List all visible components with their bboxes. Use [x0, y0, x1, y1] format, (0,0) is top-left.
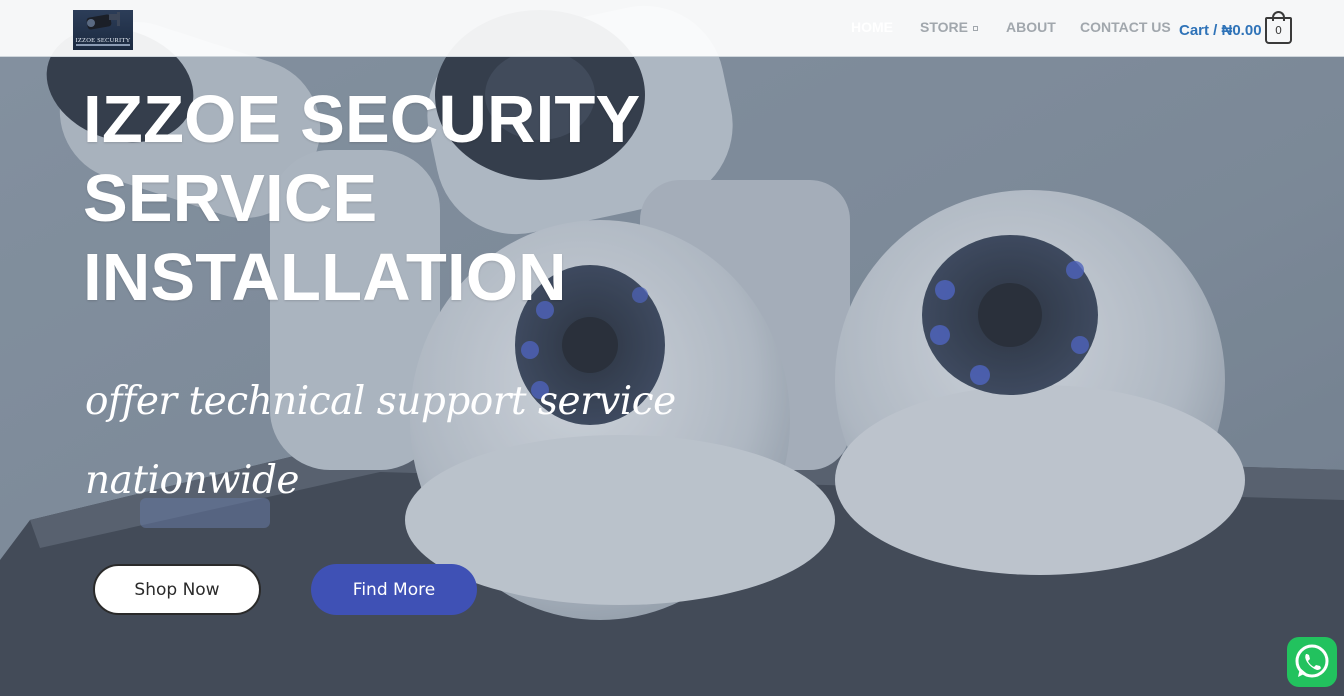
headline-line-3: INSTALLATION: [83, 240, 567, 315]
nav-about[interactable]: ABOUT: [1006, 19, 1056, 37]
logo-underline: [76, 44, 130, 46]
site-header: IZZOE SECURITY HOME STORE ABOUT CONTACT …: [0, 0, 1344, 57]
cart-count: 0: [1275, 24, 1282, 37]
hero-tagline: offer technical support service nationwi…: [85, 362, 705, 520]
headline-line-1: IZZOE SECURITY: [83, 82, 641, 157]
tagline-line-1: offer technical support service: [85, 379, 676, 424]
whatsapp-chat-button[interactable]: [1287, 637, 1337, 687]
site-logo[interactable]: IZZOE SECURITY: [73, 10, 133, 50]
nav-contact-us[interactable]: CONTACT US: [1080, 19, 1171, 37]
nav-store[interactable]: STORE: [920, 19, 968, 37]
shopping-bag-icon[interactable]: 0: [1265, 17, 1292, 44]
shop-now-button[interactable]: Shop Now: [93, 564, 261, 615]
headline-line-2: SERVICE: [83, 161, 378, 236]
find-more-button[interactable]: Find More: [311, 564, 477, 615]
tagline-line-2: nationwide: [85, 458, 300, 503]
logo-text: IZZOE SECURITY: [75, 37, 131, 44]
nav-home[interactable]: HOME: [851, 19, 893, 37]
cart-total-link[interactable]: Cart / ₦0.00: [1179, 22, 1262, 39]
chevron-down-icon[interactable]: [973, 26, 978, 31]
hero-headline: IZZOE SECURITY SERVICE INSTALLATION: [83, 80, 723, 317]
whatsapp-icon: [1295, 644, 1329, 678]
